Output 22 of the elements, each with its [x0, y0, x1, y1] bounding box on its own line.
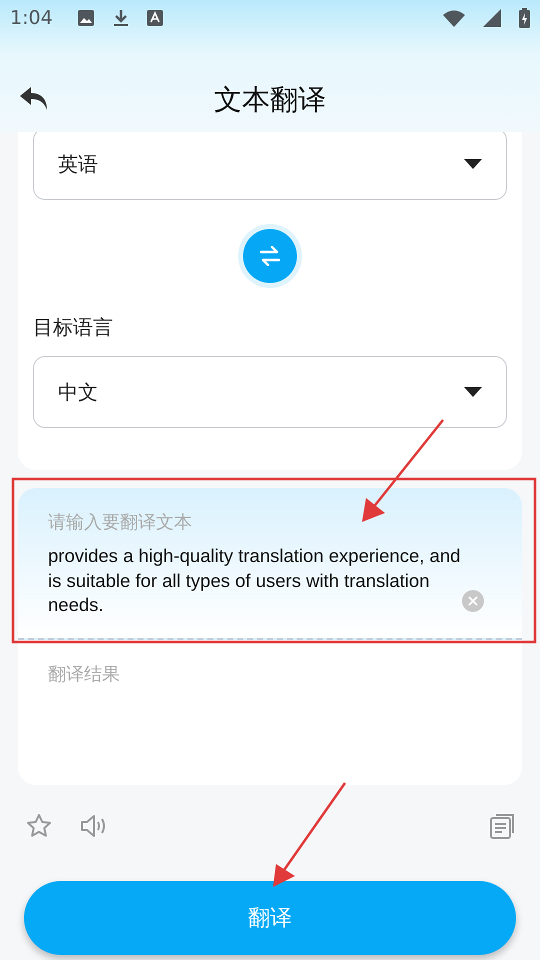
dropdown-caret-icon [464, 387, 482, 397]
download-icon [112, 9, 129, 27]
signal-icon [483, 9, 501, 27]
star-icon[interactable] [26, 813, 52, 839]
input-field[interactable]: 请输入要翻译文本 provides a high-quality translation experience, and is suitable for all types of users with translation needs. [18, 488, 522, 640]
target-language-label: 目标语言 [33, 314, 114, 341]
battery-icon [519, 8, 530, 28]
back-icon[interactable] [19, 86, 49, 112]
image-icon [76, 9, 95, 27]
page-title: 文本翻译 [214, 82, 326, 118]
input-label: 请输入要翻译文本 [48, 511, 193, 534]
result-placeholder: 翻译结果 [48, 664, 120, 685]
swap-button[interactable] [243, 229, 297, 283]
source-language-dropdown[interactable]: 英语 [33, 132, 507, 200]
status-time: 1:04 [10, 7, 53, 29]
target-language-dropdown[interactable]: 中文 [33, 356, 507, 428]
dropdown-caret-icon [464, 159, 482, 169]
clear-icon[interactable] [462, 590, 484, 612]
swap-icon [259, 246, 281, 266]
wifi-icon [443, 10, 465, 26]
text-icon [146, 10, 163, 26]
copy-icon[interactable] [490, 813, 516, 839]
